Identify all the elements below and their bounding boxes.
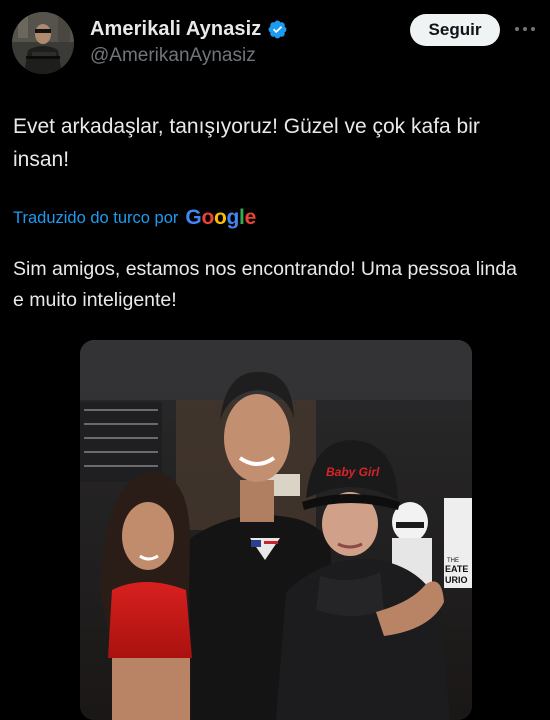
woman-left [100, 472, 192, 720]
tweet-text: Evet arkadaşlar, tanışıyoruz! Güzel ve ç… [13, 115, 480, 171]
poster-text-2: EATE [445, 564, 468, 574]
google-logo: Google [185, 206, 256, 229]
author-names: Amerikali Aynasiz @AmerikanAynasiz [90, 16, 288, 67]
avatar-image [12, 12, 74, 74]
author-avatar[interactable] [12, 12, 74, 74]
translation-text: Sim amigos, estamos nos encontrando! Uma… [13, 258, 518, 311]
translated-by-link[interactable]: Traduzido do turco por Google [13, 206, 256, 230]
tweet-header: Amerikali Aynasiz @AmerikanAynasiz Segui… [0, 0, 550, 90]
author-display-name[interactable]: Amerikali Aynasiz [90, 18, 261, 41]
cap-text: Baby Girl [326, 465, 380, 479]
tweet-photo[interactable]: THE EATE URIO Baby Girl [80, 340, 472, 720]
more-options-button[interactable] [512, 16, 538, 42]
follow-button[interactable]: Seguir [410, 14, 500, 46]
author-handle[interactable]: @AmerikanAynasiz [90, 45, 288, 67]
photo-image: THE EATE URIO Baby Girl [80, 340, 472, 720]
more-horizontal-icon [515, 27, 535, 31]
verified-badge-icon[interactable] [267, 19, 288, 40]
translated-by-label: Traduzido do turco por [13, 208, 179, 227]
poster-text-3: URIO [445, 575, 468, 585]
display-name-row: Amerikali Aynasiz [90, 16, 288, 42]
